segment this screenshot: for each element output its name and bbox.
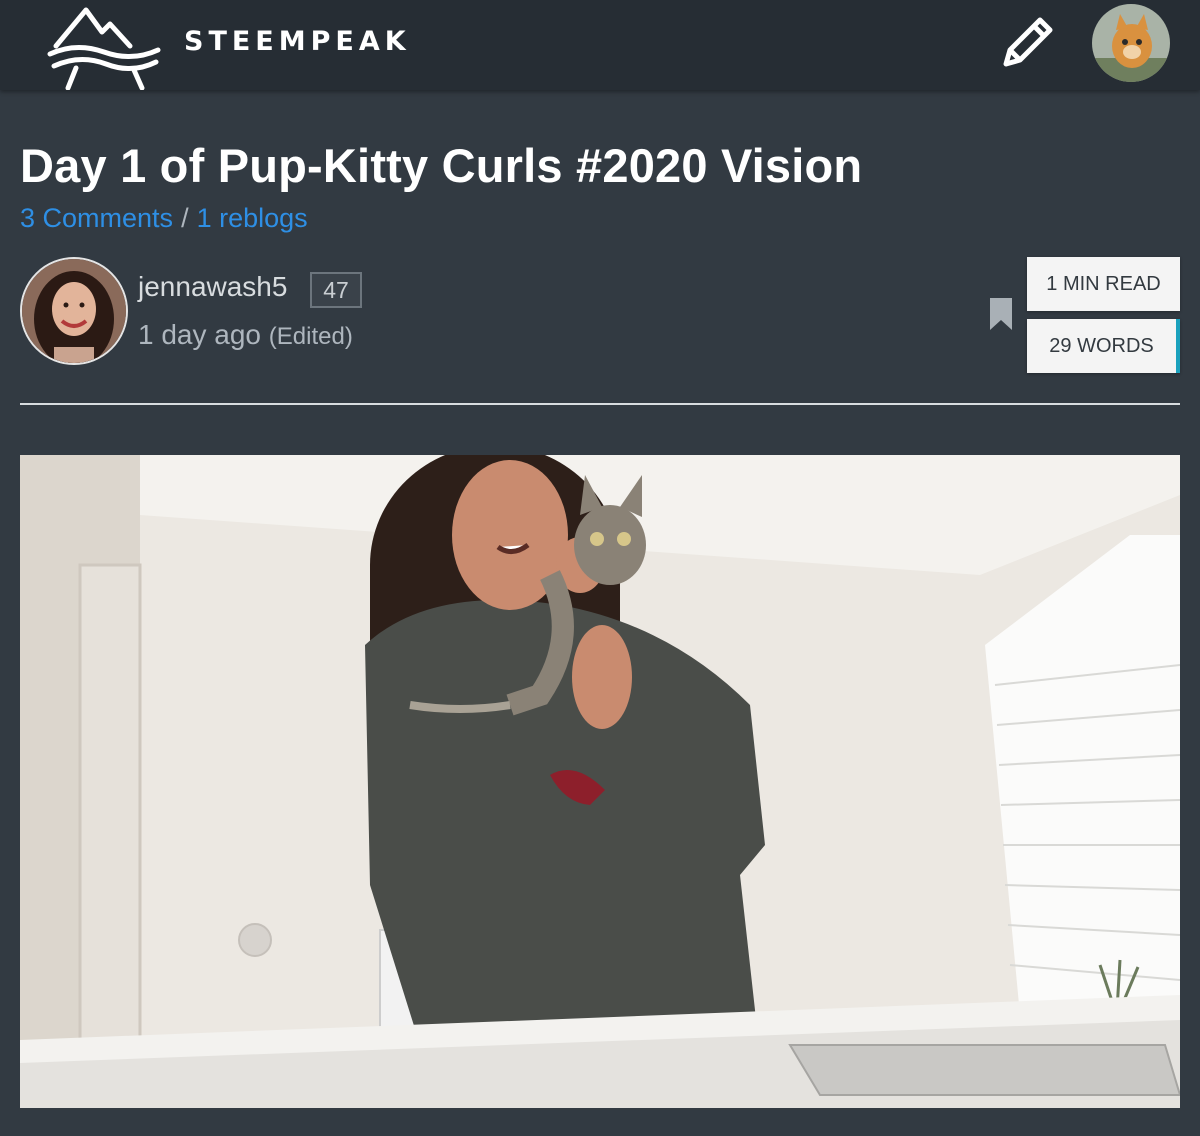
bookmark-icon[interactable] [990,298,1012,330]
reputation-badge: 47 [310,272,362,308]
top-navbar: STEEMPEAK [0,0,1200,90]
post-timestamp: 1 day ago (Edited) [138,319,353,351]
meta-separator: / [181,203,189,233]
read-time-badge: 1 MIN READ [1027,257,1180,311]
pencil-icon[interactable] [998,14,1056,72]
user-avatar[interactable] [1092,4,1170,82]
header-divider [20,403,1180,405]
edited-label: (Edited) [268,323,353,350]
time-ago: 1 day ago [138,319,261,350]
post-title: Day 1 of Pup-Kitty Curls #2020 Vision [20,139,863,192]
reblogs-link[interactable]: 1 reblogs [197,203,308,233]
author-avatar[interactable] [20,257,128,365]
post-meta-links: 3 Comments / 1 reblogs [20,203,308,234]
post-image[interactable] [20,455,1180,1108]
woman-holding-kitten-photo [20,455,1180,1108]
kitten-avatar-image [1092,4,1170,82]
mountain-logo-icon[interactable] [46,2,162,90]
author-name[interactable]: jennawash5 [138,271,287,303]
brand-name[interactable]: STEEMPEAK [184,26,411,57]
word-count-badge: 29 WORDS [1027,319,1180,373]
comments-link[interactable]: 3 Comments [20,203,173,233]
author-avatar-image [22,259,126,363]
